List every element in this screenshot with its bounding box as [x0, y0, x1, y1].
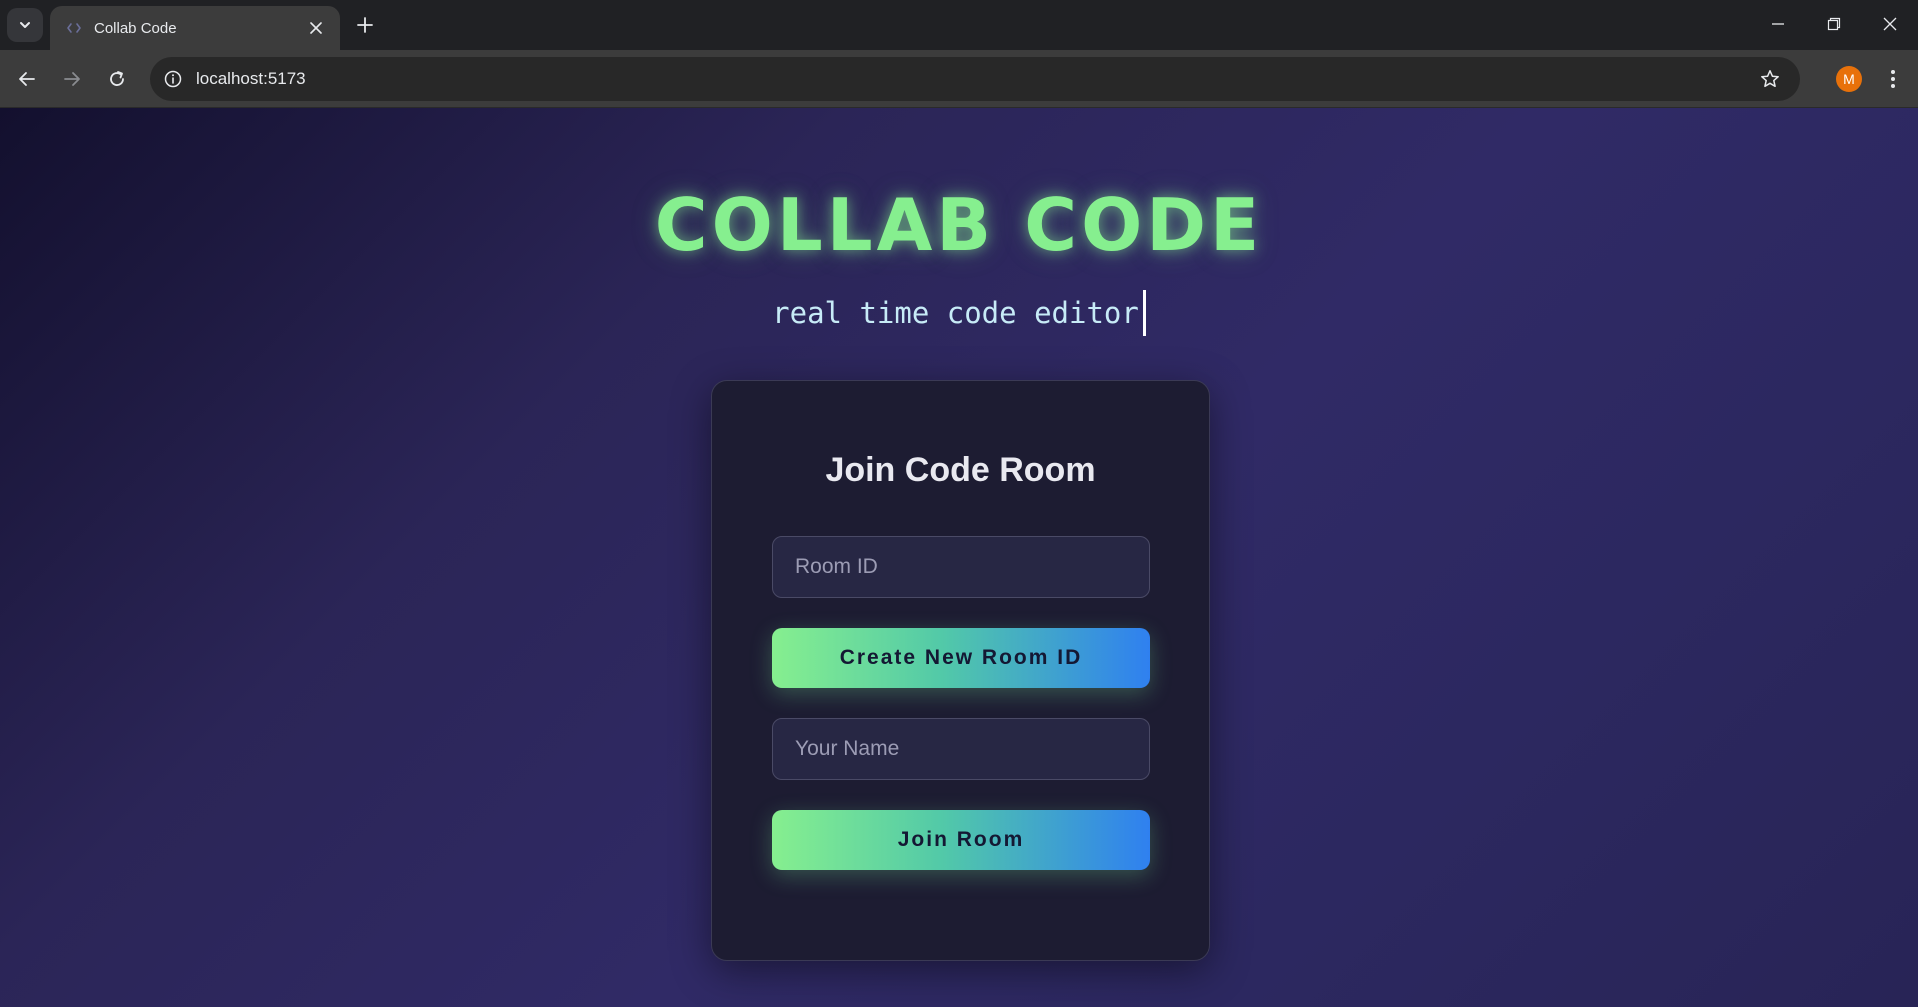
code-favicon-icon	[66, 20, 82, 36]
tab-close-button[interactable]	[306, 18, 326, 38]
profile-avatar[interactable]: M	[1836, 66, 1862, 92]
create-room-id-button[interactable]: Create New Room ID	[772, 628, 1150, 688]
arrow-left-icon	[19, 72, 35, 86]
star-icon	[1761, 70, 1779, 88]
address-bar[interactable]: localhost:5173	[150, 57, 1800, 101]
reload-button[interactable]	[100, 62, 134, 96]
close-icon	[310, 22, 322, 34]
tab-search-button[interactable]	[7, 8, 43, 42]
page-viewport: COLLAB CODE real time code editor Join C…	[0, 108, 1918, 1007]
minimize-icon	[1772, 23, 1784, 25]
url-text[interactable]: localhost:5173	[196, 69, 1754, 89]
plus-icon	[357, 17, 373, 33]
join-room-card: Join Code Room Create New Room ID Join R…	[711, 380, 1210, 961]
browser-tab[interactable]: Collab Code	[50, 6, 340, 50]
restore-button[interactable]	[1806, 0, 1862, 48]
minimize-button[interactable]	[1750, 0, 1806, 48]
info-icon[interactable]	[162, 68, 184, 90]
tab-title: Collab Code	[94, 19, 177, 37]
app-title: COLLAB CODE	[654, 183, 1264, 267]
kebab-icon	[1891, 70, 1895, 88]
close-icon	[1883, 17, 1897, 31]
browser-tab-strip: Collab Code	[0, 0, 1918, 50]
subtitle-container: real time code editor	[0, 290, 1918, 336]
app-subtitle: real time code editor	[772, 290, 1146, 336]
back-button[interactable]	[10, 62, 44, 96]
join-room-button[interactable]: Join Room	[772, 810, 1150, 870]
restore-icon	[1827, 17, 1841, 31]
chevron-down-icon	[20, 22, 30, 28]
close-window-button[interactable]	[1862, 0, 1918, 48]
room-id-input[interactable]	[772, 536, 1150, 598]
card-title: Join Code Room	[825, 451, 1096, 489]
name-input[interactable]	[772, 718, 1150, 780]
browser-menu-button[interactable]	[1878, 64, 1908, 94]
new-tab-button[interactable]	[350, 10, 380, 40]
browser-toolbar: localhost:5173 M	[0, 50, 1918, 108]
reload-icon	[110, 71, 124, 86]
arrow-right-icon	[64, 72, 80, 86]
bookmark-star-button[interactable]	[1754, 63, 1786, 95]
forward-button[interactable]	[55, 62, 89, 96]
